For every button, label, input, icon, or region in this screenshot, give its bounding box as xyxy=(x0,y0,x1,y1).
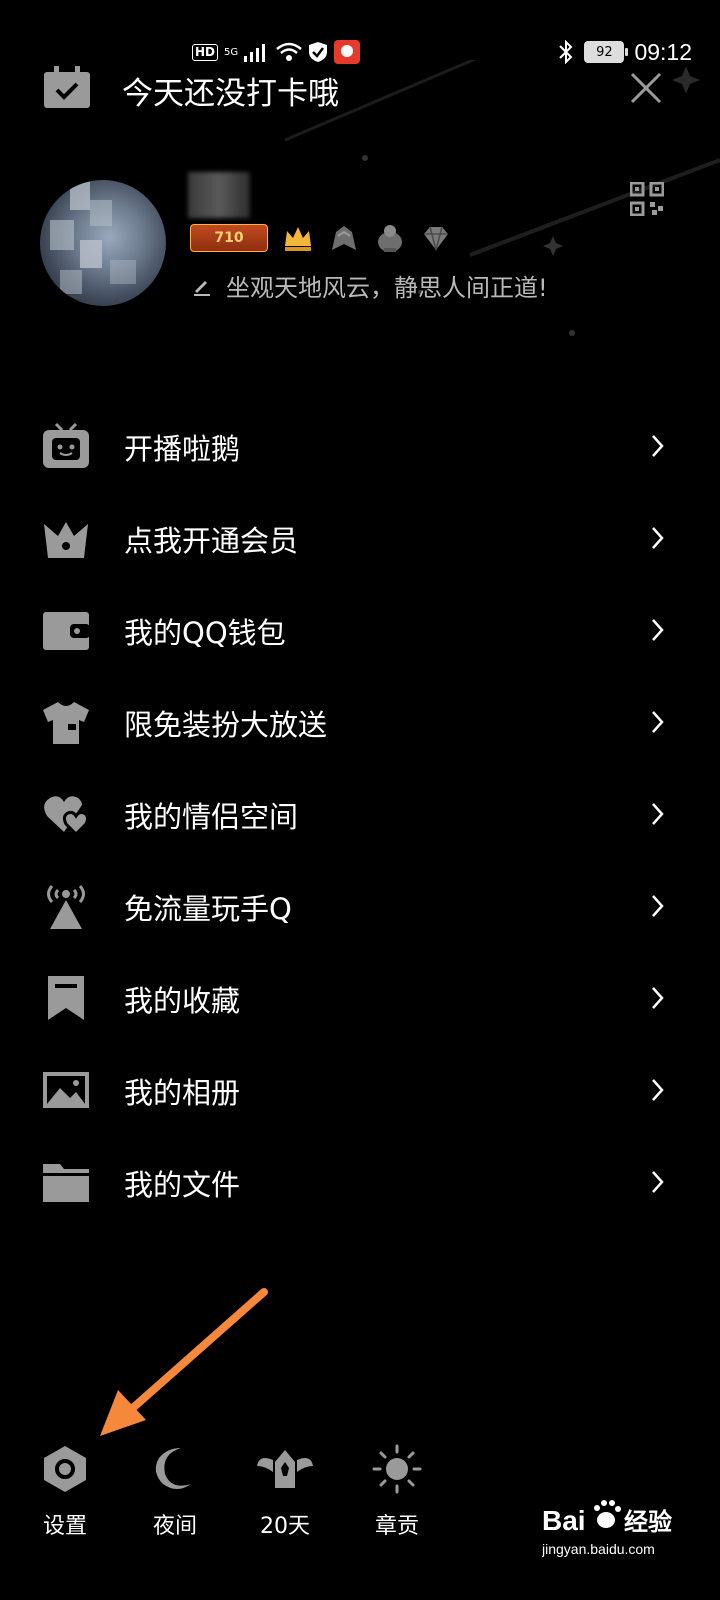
badge-row[interactable]: 710 xyxy=(190,222,452,254)
chevron-right-icon xyxy=(652,711,664,733)
menu-label: 我的QQ钱包 xyxy=(124,616,286,650)
menu-label: 点我开通会员 xyxy=(124,524,299,558)
weather-button[interactable]: 章贡 xyxy=(352,1444,442,1544)
avatar[interactable] xyxy=(40,180,166,306)
chevron-right-icon xyxy=(652,803,664,825)
tv-icon xyxy=(43,422,89,468)
menu-label: 我的收藏 xyxy=(124,984,241,1018)
wifi-icon xyxy=(276,42,302,61)
folder-icon xyxy=(43,1164,89,1202)
menu-item-free-data[interactable]: 免流量玩手Q xyxy=(0,860,720,952)
checkin-days-button[interactable]: 20天 xyxy=(240,1444,330,1544)
menu-item-couple-space[interactable]: 我的情侣空间 xyxy=(0,768,720,860)
menu-label: 我的相册 xyxy=(124,1076,241,1110)
menu-item-album[interactable]: 我的相册 xyxy=(0,1044,720,1136)
hearts-icon xyxy=(44,796,90,837)
winged-badge-icon xyxy=(257,1450,313,1488)
qr-code-icon[interactable] xyxy=(629,181,665,217)
signature-text: 坐观天地风云，静思人间正道! xyxy=(226,274,548,302)
dragon-badge-icon[interactable] xyxy=(328,222,360,254)
network-type: 5G xyxy=(224,46,239,58)
menu-item-live[interactable]: 开播啦鹅 xyxy=(0,400,720,492)
settings-label: 设置 xyxy=(42,1514,87,1539)
crown-badge-icon[interactable] xyxy=(282,222,314,254)
signature-row[interactable]: 坐观天地风云，静思人间正道! xyxy=(192,268,548,303)
wallet-icon xyxy=(43,612,90,650)
level-badge[interactable]: 710 xyxy=(190,224,268,252)
bookmark-icon xyxy=(48,976,84,1020)
night-mode-label: 夜间 xyxy=(152,1514,197,1539)
chevron-right-icon xyxy=(652,435,664,457)
watermark-brand: Bai xyxy=(542,1505,586,1536)
baidu-jingyan-watermark: Bai 经验 jingyan.baidu.com xyxy=(542,1500,672,1557)
menu-label: 我的文件 xyxy=(124,1168,241,1202)
photo-icon xyxy=(43,1072,89,1108)
settings-button[interactable]: 设置 xyxy=(20,1444,110,1544)
weather-label: 章贡 xyxy=(374,1514,419,1539)
menu-item-vip[interactable]: 点我开通会员 xyxy=(0,492,720,584)
watermark-url: jingyan.baidu.com xyxy=(542,1541,655,1557)
penguin-badge-icon[interactable] xyxy=(374,222,406,254)
menu-label: 限免装扮大放送 xyxy=(124,708,328,742)
sun-icon xyxy=(372,1444,422,1494)
menu-item-favorites[interactable]: 我的收藏 xyxy=(0,952,720,1044)
chevron-right-icon xyxy=(652,527,664,549)
chevron-right-icon xyxy=(652,1171,664,1193)
nickname-blurred xyxy=(188,172,250,218)
tshirt-icon xyxy=(43,702,89,744)
checkin-days-label: 20天 xyxy=(260,1514,310,1539)
signal-icon xyxy=(244,44,266,62)
chevron-right-icon xyxy=(652,619,664,641)
diamond-badge-icon[interactable] xyxy=(420,222,452,254)
hd-indicator: HD xyxy=(192,43,219,61)
watermark-brand-cn: 经验 xyxy=(624,1508,672,1536)
settings-hexagon-icon xyxy=(44,1446,86,1492)
moon-icon xyxy=(155,1448,191,1489)
chevron-right-icon xyxy=(652,1079,664,1101)
menu-item-dressup[interactable]: 限免装扮大放送 xyxy=(0,676,720,768)
paw-icon xyxy=(594,1500,621,1528)
menu-item-wallet[interactable]: 我的QQ钱包 xyxy=(0,584,720,676)
night-mode-button[interactable]: 夜间 xyxy=(130,1444,220,1544)
menu-label: 开播啦鹅 xyxy=(124,432,241,466)
annotation-arrow xyxy=(100,1288,268,1436)
chevron-right-icon xyxy=(652,987,664,1009)
antenna-icon xyxy=(47,885,85,929)
crown-icon xyxy=(44,522,88,558)
edit-pencil-icon xyxy=(194,280,210,296)
menu-label: 免流量玩手Q xyxy=(124,892,292,926)
chevron-right-icon xyxy=(652,895,664,917)
menu-label: 我的情侣空间 xyxy=(124,800,299,834)
menu-item-files[interactable]: 我的文件 xyxy=(0,1136,720,1228)
